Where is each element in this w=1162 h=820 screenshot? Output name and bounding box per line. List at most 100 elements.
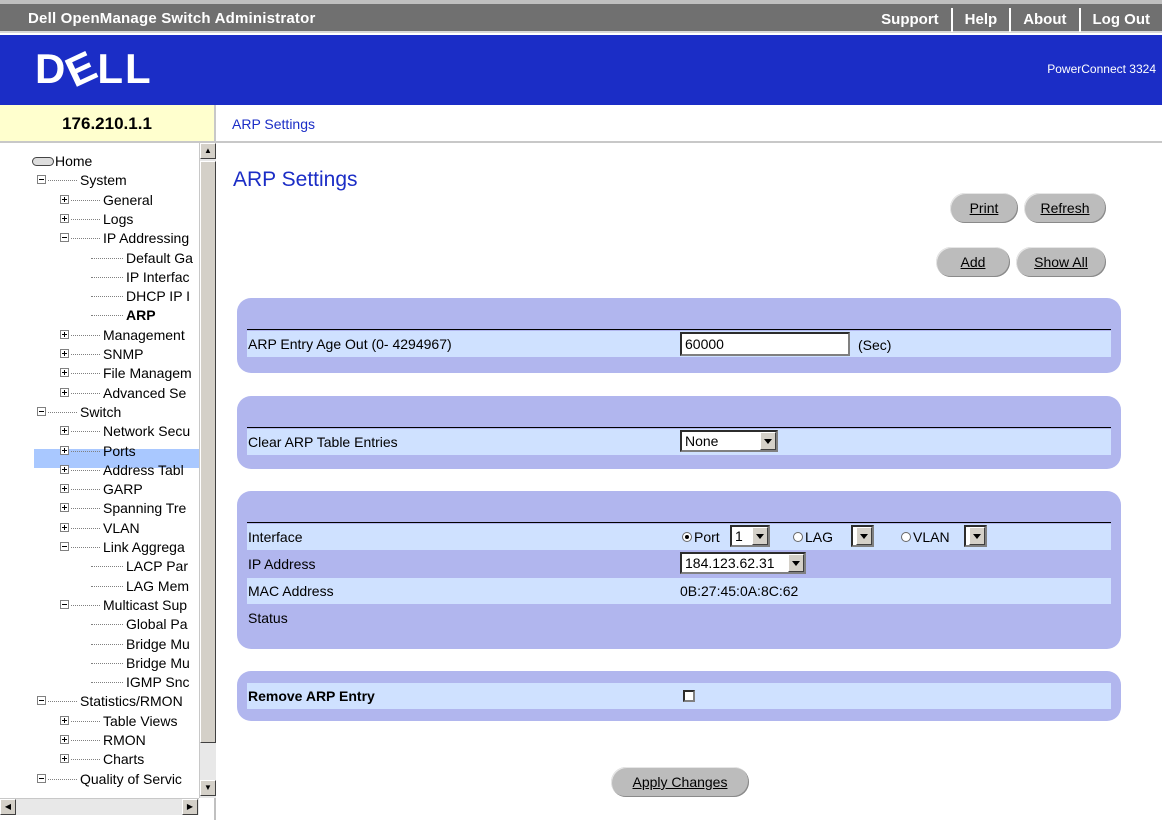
tree-horizontal-scrollbar[interactable]: ◀ ▶ — [0, 798, 199, 815]
expand-icon[interactable] — [60, 329, 69, 339]
tree-item[interactable]: Quality of Servic — [0, 770, 199, 789]
tree-item[interactable]: SNMP — [0, 345, 199, 364]
age-out-input[interactable] — [680, 332, 850, 356]
tree-item[interactable]: Network Secu — [0, 422, 199, 441]
tree-item[interactable]: IP Addressing — [0, 229, 199, 248]
tree-item[interactable]: System — [0, 171, 199, 190]
expand-icon[interactable] — [60, 715, 69, 725]
scroll-thumb[interactable] — [200, 161, 216, 743]
expand-icon[interactable] — [60, 194, 69, 204]
scroll-down-icon[interactable]: ▼ — [200, 780, 216, 796]
expand-icon[interactable] — [60, 426, 69, 436]
clear-select[interactable]: None — [680, 430, 778, 452]
expand-icon[interactable] — [60, 349, 69, 358]
expand-icon[interactable] — [60, 445, 69, 455]
tree-item[interactable]: Logs — [0, 210, 199, 229]
scroll-right-icon[interactable]: ▶ — [182, 799, 198, 815]
expand-icon[interactable] — [60, 522, 69, 532]
tree-item[interactable]: Statistics/RMON — [0, 692, 199, 711]
collapse-icon[interactable] — [60, 542, 69, 551]
tree-item[interactable]: RMON — [0, 731, 199, 750]
tree-item[interactable]: Multicast Sup — [0, 596, 199, 615]
tree-item[interactable]: Link Aggrega — [0, 538, 199, 557]
tree-item[interactable]: Home — [0, 152, 199, 171]
port-radio[interactable] — [682, 532, 692, 542]
tree-item[interactable]: Management — [0, 326, 199, 345]
tree-item[interactable]: Global Pa — [0, 615, 199, 634]
add-button[interactable]: Add — [936, 247, 1010, 277]
tree-item[interactable]: Ports — [0, 442, 199, 461]
show-all-button[interactable]: Show All — [1016, 247, 1106, 277]
chevron-down-icon[interactable] — [760, 432, 776, 450]
lag-radio[interactable] — [793, 532, 803, 542]
tree-item[interactable]: Switch — [0, 403, 199, 422]
tree-item[interactable]: Address Tabl — [0, 461, 199, 480]
chevron-down-icon[interactable] — [969, 527, 985, 545]
refresh-button[interactable]: Refresh — [1024, 193, 1106, 223]
tree-item-label: IP Interfac — [126, 268, 190, 285]
collapse-icon[interactable] — [37, 773, 46, 783]
ip-select[interactable]: 184.123.62.31 — [680, 552, 806, 574]
about-link[interactable]: About — [1009, 8, 1078, 32]
tree-item[interactable]: Bridge Mu — [0, 654, 199, 673]
tree-item[interactable]: VLAN — [0, 519, 199, 538]
chevron-down-icon[interactable] — [856, 527, 872, 545]
age-out-label: ARP Entry Age Out (0- 4294967) — [248, 336, 452, 352]
port-select[interactable]: 1 — [730, 525, 770, 547]
collapse-icon[interactable] — [37, 175, 46, 185]
tree-item-label: General — [103, 191, 153, 208]
support-link[interactable]: Support — [869, 8, 951, 32]
collapse-icon[interactable] — [37, 696, 46, 706]
tree-item[interactable]: General — [0, 191, 199, 210]
tree-item[interactable]: DHCP IP I — [0, 287, 199, 306]
tree-item[interactable]: Charts — [0, 750, 199, 769]
tree-vertical-scrollbar[interactable]: ▲ ▼ — [199, 143, 216, 798]
logout-link[interactable]: Log Out — [1078, 8, 1162, 32]
expand-icon[interactable] — [60, 735, 69, 744]
chevron-down-icon[interactable] — [752, 527, 768, 545]
expand-icon[interactable] — [60, 464, 69, 474]
remove-checkbox[interactable] — [683, 690, 695, 702]
dell-logo: DELL — [35, 40, 153, 97]
chevron-down-icon[interactable] — [788, 554, 804, 572]
expand-icon[interactable] — [60, 213, 69, 223]
tree-item[interactable]: Default Ga — [0, 249, 199, 268]
tree-item[interactable]: GARP — [0, 480, 199, 499]
collapse-icon[interactable] — [60, 233, 69, 243]
expand-icon[interactable] — [60, 754, 69, 764]
tree-connector — [48, 180, 77, 182]
mac-row: MAC Address 0B:27:45:0A:8C:62 — [247, 578, 1111, 604]
breadcrumb-current: ARP Settings — [232, 116, 316, 132]
help-link[interactable]: Help — [950, 8, 1010, 32]
tree-item[interactable]: Spanning Tre — [0, 499, 199, 518]
tree-item[interactable]: Bridge Mu — [0, 635, 199, 654]
expand-icon[interactable] — [60, 368, 69, 378]
tree-item[interactable]: ARP — [0, 306, 199, 325]
breadcrumb: ARP Settings — [216, 105, 1162, 143]
lag-select[interactable] — [851, 525, 874, 547]
expand-icon[interactable] — [60, 503, 69, 513]
collapse-icon[interactable] — [60, 599, 69, 609]
tree-item-label: IGMP Snc — [126, 674, 190, 691]
vlan-select[interactable] — [964, 525, 987, 547]
tree-connector — [48, 411, 77, 413]
expand-icon[interactable] — [60, 387, 69, 397]
tree-item[interactable]: Advanced Se — [0, 384, 199, 403]
tree-item[interactable]: IGMP Snc — [0, 673, 199, 692]
tree-item[interactable]: IP Interfac — [0, 268, 199, 287]
tree-item[interactable]: LACP Par — [0, 557, 199, 576]
tree-item[interactable]: File Managem — [0, 364, 199, 383]
tree-item-label: Default Ga — [126, 249, 193, 266]
print-button[interactable]: Print — [950, 193, 1018, 223]
collapse-icon[interactable] — [37, 406, 46, 416]
scroll-up-icon[interactable]: ▲ — [200, 143, 216, 159]
tree-item[interactable]: Table Views — [0, 712, 199, 731]
tree-item[interactable]: LAG Mem — [0, 577, 199, 596]
apply-changes-button[interactable]: Apply Changes — [611, 767, 749, 797]
status-label: Status — [248, 610, 288, 626]
scroll-left-icon[interactable]: ◀ — [0, 799, 16, 815]
expand-icon[interactable] — [60, 484, 69, 494]
vlan-radio[interactable] — [901, 532, 911, 542]
tree-item-label: LAG Mem — [126, 577, 190, 594]
tree-item-label: Bridge Mu — [126, 654, 190, 671]
